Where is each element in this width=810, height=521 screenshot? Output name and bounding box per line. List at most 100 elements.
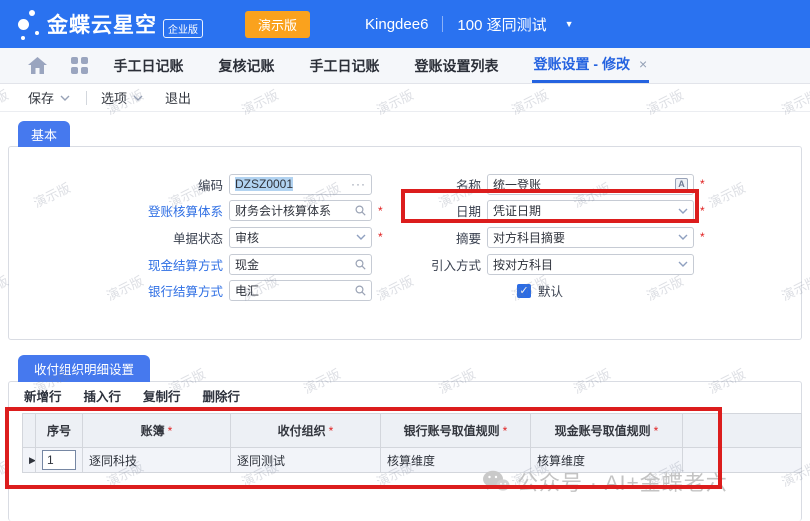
save-button[interactable]: 保存 <box>28 88 70 107</box>
name-value: 统一登账 <box>493 176 675 193</box>
field-import-mode: 引入方式 按对方科目 <box>391 251 741 278</box>
account-switcher[interactable]: Kingdee6 100 逐同测试 ▼ <box>365 14 574 35</box>
open-tabs: 手工日记账 复核记账 手工日记账 登账设置列表 登账设置 - 修改 × <box>112 48 650 83</box>
account-org: 100 逐同测试 <box>457 14 546 35</box>
cash-settlement-value: 现金 <box>235 256 355 273</box>
cell-org[interactable]: 逐同测试 <box>231 448 381 473</box>
summary-select[interactable]: 对方科目摘要 <box>487 227 694 248</box>
ellipsis-lookup-icon[interactable]: ··· <box>351 180 366 188</box>
chevron-down-icon[interactable]: ▼ <box>565 19 574 29</box>
seq-cell-editor[interactable]: 1 <box>42 450 76 470</box>
document-tabbar: 手工日记账 复核记账 手工日记账 登账设置列表 登账设置 - 修改 × <box>0 48 810 84</box>
tab-posting-settings-list[interactable]: 登账设置列表 <box>413 48 501 83</box>
col-book[interactable]: 账簿* <box>83 414 231 448</box>
summary-value: 对方科目摘要 <box>493 229 678 246</box>
default-checkbox-label: 默认 <box>538 281 563 300</box>
cell-seq[interactable]: 1 <box>36 448 83 473</box>
search-icon[interactable] <box>355 205 366 216</box>
required-marker: * <box>378 204 386 218</box>
home-icon[interactable] <box>28 57 47 74</box>
accounting-system-label-link[interactable]: 登账核算体系 <box>9 201 229 220</box>
insert-row-button[interactable]: 插入行 <box>84 386 122 405</box>
tab-manual-journal-1[interactable]: 手工日记账 <box>112 48 186 83</box>
chevron-down-icon[interactable] <box>356 234 366 240</box>
field-code: 编码 DZSZ0001 ··· <box>9 171 394 198</box>
tab-review-posting[interactable]: 复核记账 <box>217 48 277 83</box>
col-org[interactable]: 收付组织* <box>231 414 381 448</box>
name-input[interactable]: 统一登账 A <box>487 174 694 195</box>
field-name: 名称 统一登账 A * <box>391 171 741 198</box>
required-marker: * <box>700 230 708 244</box>
date-select[interactable]: 凭证日期 <box>487 200 694 221</box>
bank-settlement-label-link[interactable]: 银行结算方式 <box>9 281 229 300</box>
required-marker: * <box>168 424 173 438</box>
tab-basic-section[interactable]: 基本 <box>18 121 70 147</box>
import-mode-value: 按对方科目 <box>493 256 678 273</box>
field-default: ✓ 默认 <box>391 277 741 304</box>
summary-label: 摘要 <box>391 228 487 247</box>
brand-title: 金蝶云星空 <box>47 9 157 39</box>
accounting-system-input[interactable]: 财务会计核算体系 <box>229 200 372 221</box>
header-divider <box>442 16 443 32</box>
tab-org-detail-settings[interactable]: 收付组织明细设置 <box>18 355 150 382</box>
search-icon[interactable] <box>355 285 366 296</box>
required-marker: * <box>654 424 659 438</box>
toolbar-divider <box>86 91 87 105</box>
multilang-a-icon[interactable]: A <box>675 178 688 191</box>
col-seq[interactable]: 序号 <box>36 414 83 448</box>
tab-posting-settings-edit[interactable]: 登账设置 - 修改 × <box>532 48 650 83</box>
org-detail-grid: 序号 账簿* 收付组织* 银行账号取值规则* 现金账号取值规则* ▶ 1 逐同科… <box>22 413 802 473</box>
bank-settlement-input[interactable]: 电汇 <box>229 280 372 301</box>
date-label: 日期 <box>391 201 487 220</box>
action-toolbar: 保存 选项 退出 <box>0 84 810 112</box>
cell-empty <box>683 448 802 473</box>
col-bank-rule[interactable]: 银行账号取值规则* <box>381 414 531 448</box>
grid-header-row: 序号 账簿* 收付组织* 银行账号取值规则* 现金账号取值规则* <box>23 414 802 448</box>
bank-settlement-value: 电汇 <box>235 282 355 299</box>
required-marker: * <box>378 230 386 244</box>
exit-button[interactable]: 退出 <box>165 88 191 107</box>
demo-version-badge: 演示版 <box>245 11 310 38</box>
default-checkbox[interactable]: ✓ <box>517 284 531 298</box>
app-header: 金蝶云星空 企业版 演示版 Kingdee6 100 逐同测试 ▼ <box>0 0 810 48</box>
grid-row-actions: 新增行 插入行 复制行 删除行 <box>24 386 240 405</box>
search-icon[interactable] <box>355 259 366 270</box>
edition-badge: 企业版 <box>163 19 203 38</box>
accounting-system-value: 财务会计核算体系 <box>235 202 355 219</box>
doc-status-label: 单据状态 <box>9 228 229 247</box>
cash-settlement-input[interactable]: 现金 <box>229 254 372 275</box>
cell-cash-rule[interactable]: 核算维度 <box>531 448 683 473</box>
import-mode-label: 引入方式 <box>391 255 487 274</box>
add-row-button[interactable]: 新增行 <box>24 386 62 405</box>
col-empty <box>683 414 802 448</box>
cell-book[interactable]: 逐同科技 <box>83 448 231 473</box>
tab-manual-journal-2[interactable]: 手工日记账 <box>308 48 382 83</box>
options-button[interactable]: 选项 <box>101 88 143 107</box>
close-tab-icon[interactable]: × <box>639 56 647 72</box>
chevron-down-icon[interactable] <box>678 208 688 214</box>
chevron-down-icon[interactable] <box>133 95 143 101</box>
copy-row-button[interactable]: 复制行 <box>143 386 181 405</box>
apps-grid-icon[interactable] <box>71 57 88 74</box>
doc-status-select[interactable]: 审核 <box>229 227 372 248</box>
import-mode-select[interactable]: 按对方科目 <box>487 254 694 275</box>
required-marker: * <box>700 177 708 191</box>
field-doc-status: 单据状态 审核 * <box>9 224 394 251</box>
kingdee-logo-icon <box>10 4 44 44</box>
table-row[interactable]: ▶ 1 逐同科技 逐同测试 核算维度 核算维度 <box>23 448 802 473</box>
col-cash-rule[interactable]: 现金账号取值规则* <box>531 414 683 448</box>
name-label: 名称 <box>391 175 487 194</box>
code-input[interactable]: DZSZ0001 ··· <box>229 174 372 195</box>
cell-bank-rule[interactable]: 核算维度 <box>381 448 531 473</box>
delete-row-button[interactable]: 删除行 <box>203 386 241 405</box>
chevron-down-icon[interactable] <box>678 234 688 240</box>
row-indicator-header <box>23 414 36 448</box>
field-accounting-system: 登账核算体系 财务会计核算体系 * <box>9 198 394 225</box>
cash-settlement-label-link[interactable]: 现金结算方式 <box>9 255 229 274</box>
date-value: 凭证日期 <box>493 202 678 219</box>
required-marker: * <box>700 204 708 218</box>
field-cash-settlement: 现金结算方式 现金 <box>9 251 394 278</box>
chevron-down-icon[interactable] <box>678 261 688 267</box>
code-label: 编码 <box>9 175 229 194</box>
chevron-down-icon[interactable] <box>60 95 70 101</box>
